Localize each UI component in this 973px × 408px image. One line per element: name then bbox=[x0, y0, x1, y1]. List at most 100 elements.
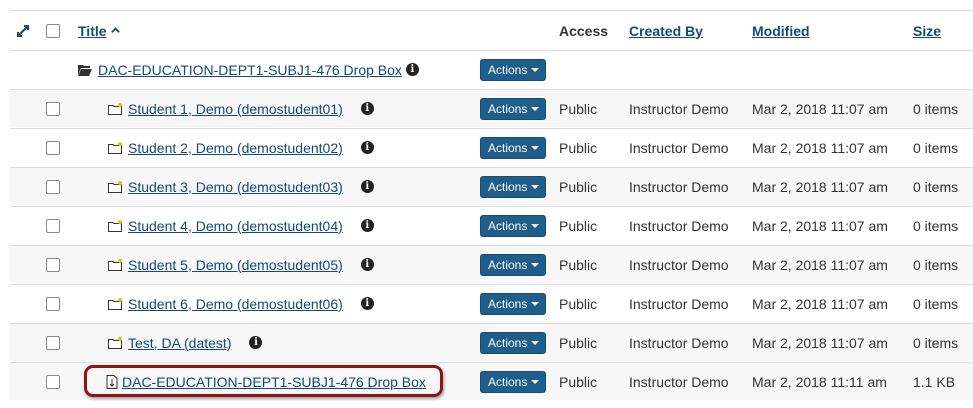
row-checkbox[interactable] bbox=[46, 324, 66, 361]
folder-new-icon bbox=[108, 102, 122, 115]
access-value: Public bbox=[559, 100, 598, 117]
caret-down-icon bbox=[531, 301, 540, 306]
sort-size-link[interactable]: Size bbox=[913, 11, 941, 50]
caret-down-icon bbox=[531, 379, 540, 384]
info-icon[interactable]: i bbox=[360, 258, 374, 271]
folder-link[interactable]: Student 4, Demo (demostudent04) bbox=[128, 218, 343, 234]
row-checkbox[interactable] bbox=[46, 168, 66, 205]
created-by-value: Instructor Demo bbox=[629, 295, 729, 312]
actions-button[interactable]: Actions bbox=[480, 58, 547, 81]
info-icon[interactable]: i bbox=[360, 102, 374, 115]
access-value: Public bbox=[559, 256, 598, 273]
modified-value: Mar 2, 2018 11:07 am bbox=[752, 100, 888, 117]
folder-link[interactable]: Student 1, Demo (demostudent01) bbox=[128, 101, 343, 117]
actions-button[interactable]: Actions bbox=[480, 253, 547, 276]
modified-value: Mar 2, 2018 11:07 am bbox=[752, 178, 888, 195]
created-by-value: Instructor Demo bbox=[629, 256, 729, 273]
open-folder-icon bbox=[78, 64, 92, 76]
actions-button[interactable]: Actions bbox=[480, 292, 547, 315]
created-by-value: Instructor Demo bbox=[629, 178, 729, 195]
size-value: 0 items bbox=[913, 334, 959, 351]
access-value: Public bbox=[559, 217, 598, 234]
caret-down-icon bbox=[531, 262, 540, 267]
highlight-box bbox=[84, 365, 443, 397]
caret-down-icon bbox=[531, 223, 540, 228]
size-value: 0 items bbox=[913, 139, 959, 156]
caret-down-icon bbox=[531, 184, 540, 189]
caret-down-icon bbox=[531, 67, 540, 72]
folder-new-icon bbox=[108, 219, 122, 232]
info-icon[interactable]: i bbox=[360, 141, 374, 154]
folder-row: Student 6, Demo (demostudent06) i Action… bbox=[10, 284, 973, 322]
info-icon[interactable]: i bbox=[360, 219, 374, 232]
folder-new-icon bbox=[108, 180, 122, 193]
size-value: 0 items bbox=[913, 178, 959, 195]
created-by-value: Instructor Demo bbox=[629, 139, 729, 156]
created-by-value: Instructor Demo bbox=[629, 334, 729, 351]
caret-down-icon bbox=[531, 145, 540, 150]
modified-value: Mar 2, 2018 11:07 am bbox=[752, 256, 888, 273]
folder-row: Student 5, Demo (demostudent05) i Action… bbox=[10, 245, 973, 283]
actions-button[interactable]: Actions bbox=[480, 136, 547, 159]
folder-row: Test, DA (datest) i Actions Public Instr… bbox=[10, 323, 973, 361]
info-icon[interactable]: i bbox=[360, 297, 374, 310]
row-checkbox[interactable] bbox=[46, 90, 66, 127]
row-checkbox[interactable] bbox=[46, 246, 66, 283]
folder-row: Student 4, Demo (demostudent04) i Action… bbox=[10, 206, 973, 244]
info-icon[interactable]: i bbox=[405, 63, 419, 76]
row-checkbox[interactable] bbox=[46, 363, 66, 400]
header-title-label[interactable]: Title bbox=[78, 23, 107, 39]
dropbox-folder-row: DAC-EDUCATION-DEPT1-SUBJ1-476 Drop Box i… bbox=[10, 50, 973, 88]
created-by-value: Instructor Demo bbox=[629, 373, 729, 390]
row-checkbox[interactable] bbox=[46, 129, 66, 166]
modified-value: Mar 2, 2018 11:07 am bbox=[752, 334, 888, 351]
folder-link[interactable]: Student 3, Demo (demostudent03) bbox=[128, 179, 343, 195]
caret-down-icon bbox=[531, 340, 540, 345]
row-checkbox[interactable] bbox=[46, 285, 66, 322]
info-icon[interactable]: i bbox=[360, 180, 374, 193]
folder-link[interactable]: Student 2, Demo (demostudent02) bbox=[128, 140, 343, 156]
folder-new-icon bbox=[108, 141, 122, 154]
header-access: Access bbox=[559, 22, 609, 39]
access-value: Public bbox=[559, 295, 598, 312]
select-all-checkbox[interactable] bbox=[46, 11, 66, 50]
dropbox-folder-link[interactable]: DAC-EDUCATION-DEPT1-SUBJ1-476 Drop Box bbox=[98, 62, 402, 78]
created-by-value: Instructor Demo bbox=[629, 100, 729, 117]
caret-down-icon bbox=[531, 106, 540, 111]
actions-button[interactable]: Actions bbox=[480, 214, 547, 237]
folder-link[interactable]: Test, DA (datest) bbox=[128, 335, 231, 351]
folder-row: Student 3, Demo (demostudent03) i Action… bbox=[10, 167, 973, 205]
access-value: Public bbox=[559, 334, 598, 351]
info-icon[interactable]: i bbox=[249, 336, 263, 349]
folder-new-icon bbox=[108, 336, 122, 349]
modified-value: Mar 2, 2018 11:07 am bbox=[752, 217, 888, 234]
modified-value: Mar 2, 2018 11:07 am bbox=[752, 139, 888, 156]
table-header: Title Access Created By Modified Size bbox=[10, 10, 973, 50]
sort-created-by-link[interactable]: Created By bbox=[629, 11, 703, 50]
folder-row: Student 1, Demo (demostudent01) i Action… bbox=[10, 89, 973, 127]
folder-new-icon bbox=[108, 258, 122, 271]
actions-button[interactable]: Actions bbox=[480, 97, 547, 120]
row-checkbox[interactable] bbox=[46, 207, 66, 244]
size-value: 0 items bbox=[913, 295, 959, 312]
expand-all-icon[interactable] bbox=[16, 11, 36, 50]
access-value: Public bbox=[559, 139, 598, 156]
access-value: Public bbox=[559, 178, 598, 195]
modified-value: Mar 2, 2018 11:07 am bbox=[752, 295, 888, 312]
actions-button[interactable]: Actions bbox=[480, 370, 547, 393]
sort-title-link[interactable]: Title bbox=[78, 11, 120, 50]
size-value: 0 items bbox=[913, 256, 959, 273]
folder-new-icon bbox=[108, 297, 122, 310]
sort-ascending-icon bbox=[110, 27, 120, 33]
actions-button[interactable]: Actions bbox=[480, 175, 547, 198]
access-value: Public bbox=[559, 373, 598, 390]
size-value: 0 items bbox=[913, 217, 959, 234]
actions-button[interactable]: Actions bbox=[480, 331, 547, 354]
sort-modified-link[interactable]: Modified bbox=[752, 11, 810, 50]
modified-value: Mar 2, 2018 11:11 am bbox=[752, 373, 887, 390]
size-value: 1.1 KB bbox=[913, 373, 956, 390]
folder-link[interactable]: Student 6, Demo (demostudent06) bbox=[128, 296, 343, 312]
folder-row: Student 2, Demo (demostudent02) i Action… bbox=[10, 128, 973, 166]
dropbox-folder-title[interactable]: DAC-EDUCATION-DEPT1-SUBJ1-476 Drop Box i bbox=[78, 51, 419, 88]
folder-link[interactable]: Student 5, Demo (demostudent05) bbox=[128, 257, 343, 273]
